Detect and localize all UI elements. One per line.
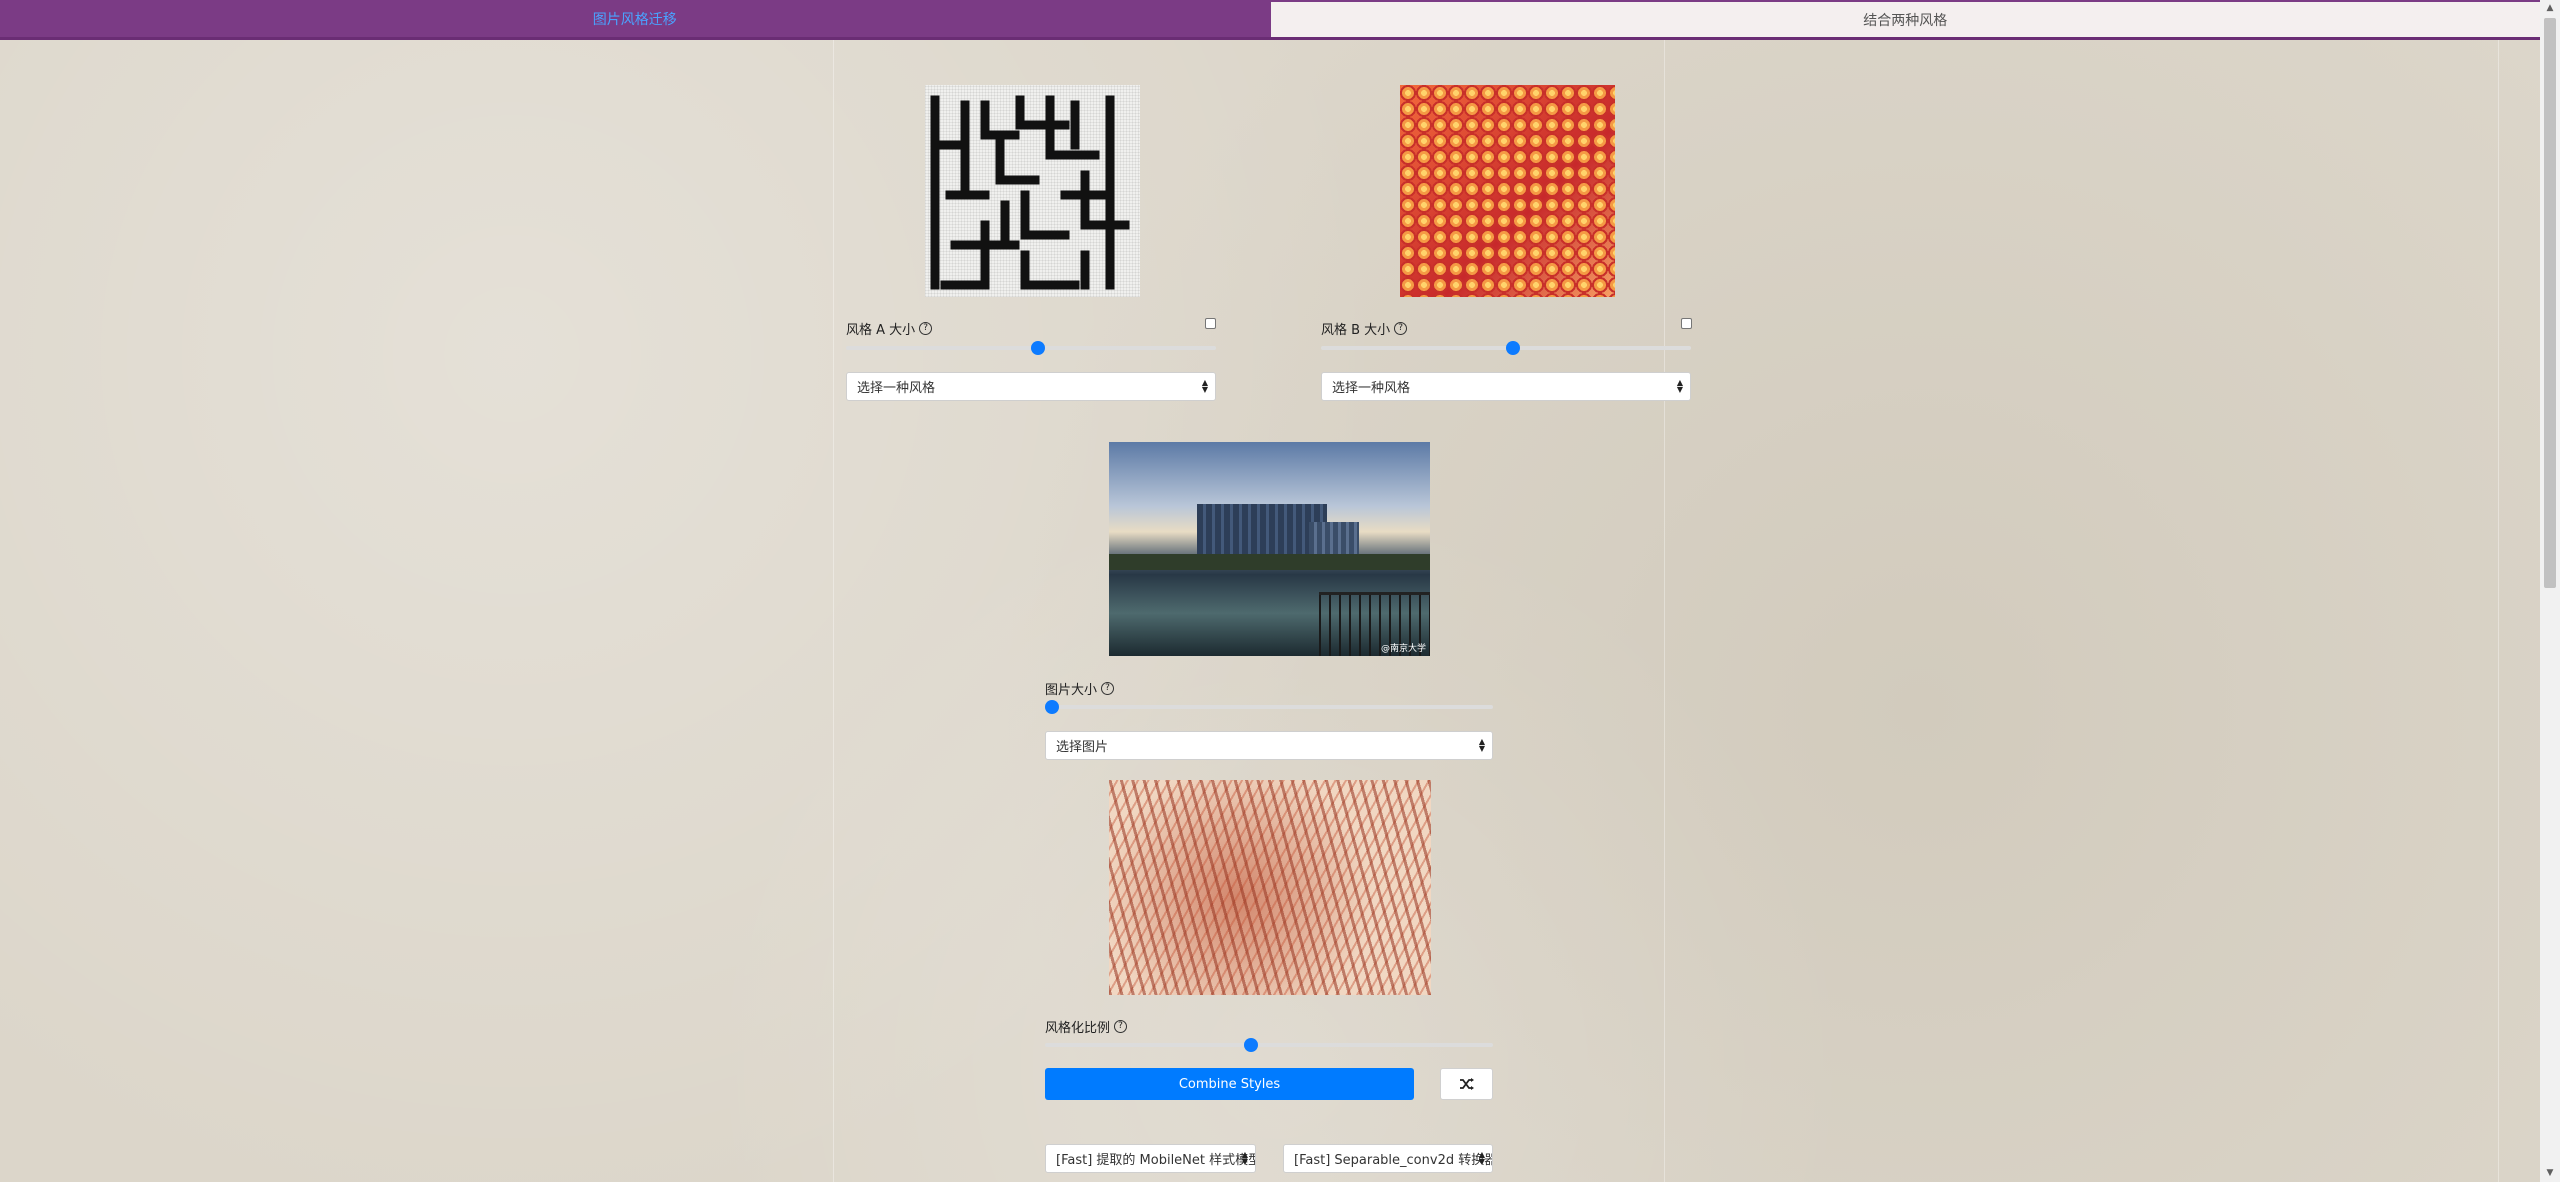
style-b-checkbox[interactable] xyxy=(1681,318,1692,329)
select-caret-icon: ▲ ▼ xyxy=(1241,1150,1248,1166)
maze-pattern xyxy=(930,95,1130,290)
style-model-select[interactable]: [Fast] 提取的 MobileNet 样式模型 ▲ ▼ xyxy=(1045,1144,1256,1173)
tab-style-transfer[interactable]: 图片风格迁移 xyxy=(0,0,1270,37)
style-a-image xyxy=(925,85,1140,297)
help-icon[interactable]: ? xyxy=(1394,322,1408,335)
content-select-value: 选择图片 xyxy=(1056,740,1109,755)
style-a-checkbox[interactable] xyxy=(1205,318,1216,329)
content-image: @南京大学 xyxy=(1109,442,1430,656)
style-b-size-slider[interactable] xyxy=(1321,340,1691,356)
trees-band xyxy=(1109,554,1430,570)
slider-thumb[interactable] xyxy=(1506,341,1521,355)
scroll-down-arrow-icon[interactable]: ▼ xyxy=(2540,1165,2560,1182)
slider-thumb[interactable] xyxy=(1031,341,1046,355)
style-a-select[interactable]: 选择一种风格 ▲ ▼ xyxy=(846,372,1216,401)
image-watermark: @南京大学 xyxy=(1380,644,1426,654)
style-b-select-value: 选择一种风格 xyxy=(1332,381,1411,396)
transformer-model-value: [Fast] Separable_conv2d 转换器 xyxy=(1294,1153,1493,1168)
style-a-size-text: 风格 A 大小 xyxy=(846,323,916,338)
tab-bar: 图片风格迁移 结合两种风格 xyxy=(0,0,2540,40)
style-ratio-slider[interactable] xyxy=(1045,1037,1493,1053)
slider-thumb[interactable] xyxy=(1045,700,1059,714)
style-model-value: [Fast] 提取的 MobileNet 样式模型 xyxy=(1056,1153,1256,1168)
style-ratio-text: 风格化比例 xyxy=(1045,1021,1111,1036)
tab-combine-styles[interactable]: 结合两种风格 xyxy=(1269,0,2540,37)
style-a-size-label: 风格 A 大小 ? xyxy=(846,319,933,338)
stylized-result-image xyxy=(1109,780,1431,995)
shuffle-icon xyxy=(1459,1078,1474,1090)
content-size-text: 图片大小 xyxy=(1045,683,1098,698)
randomize-button[interactable] xyxy=(1440,1068,1493,1100)
content-size-slider[interactable] xyxy=(1045,699,1493,715)
select-caret-icon: ▲ ▼ xyxy=(1676,378,1683,394)
style-a-size-slider[interactable] xyxy=(846,340,1216,356)
content-image-select[interactable]: 选择图片 ▲ ▼ xyxy=(1045,731,1493,760)
select-caret-icon: ▲ ▼ xyxy=(1478,1150,1485,1166)
style-b-size-text: 风格 B 大小 xyxy=(1321,323,1391,338)
content-size-label: 图片大小 ? xyxy=(1045,679,1115,698)
style-b-size-label: 风格 B 大小 ? xyxy=(1321,319,1408,338)
combine-styles-button[interactable]: Combine Styles xyxy=(1045,1068,1414,1100)
style-a-select-value: 选择一种风格 xyxy=(857,381,936,396)
slider-track xyxy=(1045,1043,1493,1047)
help-icon[interactable]: ? xyxy=(1114,1020,1128,1033)
select-caret-icon: ▲ ▼ xyxy=(1478,737,1485,753)
style-ratio-label: 风格化比例 ? xyxy=(1045,1017,1128,1036)
slider-track xyxy=(1045,705,1493,709)
slider-thumb[interactable] xyxy=(1244,1038,1259,1052)
right-gutter xyxy=(2498,40,2540,1182)
help-icon[interactable]: ? xyxy=(1101,682,1115,695)
select-caret-icon: ▲ ▼ xyxy=(1201,378,1208,394)
scrollbar-thumb[interactable] xyxy=(2544,18,2556,588)
style-b-image xyxy=(1400,85,1615,297)
transformer-model-select[interactable]: [Fast] Separable_conv2d 转换器 ▲ ▼ xyxy=(1283,1144,1493,1173)
help-icon[interactable]: ? xyxy=(919,322,933,335)
style-b-select[interactable]: 选择一种风格 ▲ ▼ xyxy=(1321,372,1691,401)
scroll-up-arrow-icon[interactable]: ▲ xyxy=(2540,0,2560,17)
vertical-scrollbar[interactable]: ▲ ▼ xyxy=(2540,0,2560,1182)
